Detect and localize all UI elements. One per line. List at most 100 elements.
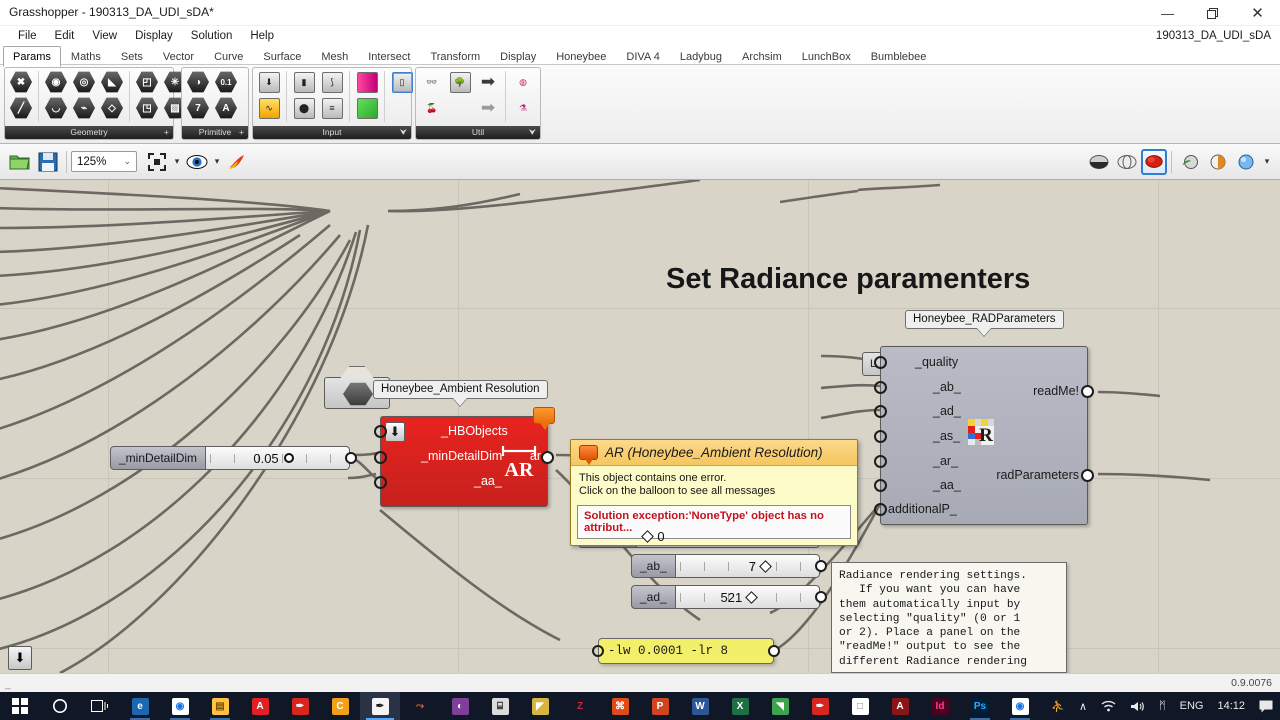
slider-output-pin[interactable] (815, 591, 827, 603)
tab-diva4[interactable]: DIVA 4 (616, 46, 669, 67)
param-number-button[interactable]: 0.1 (212, 69, 240, 95)
wifi-icon[interactable] (1094, 700, 1123, 712)
taskbar-app-edge[interactable]: e (120, 692, 160, 720)
shade-preview-button[interactable] (1204, 148, 1232, 176)
search-button[interactable] (40, 692, 80, 720)
tray-chevron-icon[interactable]: ∧ (1072, 700, 1094, 713)
param-brep-button[interactable]: ◰ (133, 69, 161, 95)
taskbar-app-zotero[interactable]: Z (560, 692, 600, 720)
taskbar-app-document[interactable]: □ (840, 692, 880, 720)
language-indicator[interactable]: ENG (1173, 700, 1211, 712)
taskbar-app-excel[interactable]: X (720, 692, 760, 720)
render-preview-button[interactable] (1141, 148, 1167, 175)
input-expand-icon[interactable]: ⮟ (400, 126, 407, 139)
minimize-button[interactable]: — (1145, 0, 1190, 26)
panel-info-readme[interactable]: Radiance rendering settings. If you want… (831, 562, 1067, 673)
slider-output-pin[interactable] (815, 560, 827, 572)
tab-ladybug[interactable]: Ladybug (670, 46, 732, 67)
param-point-button[interactable]: ✖ (7, 69, 35, 95)
preview-mode-caret[interactable]: ▾ (1260, 148, 1274, 176)
jitter-button[interactable]: 👓 (418, 69, 446, 95)
color-picker-button[interactable] (353, 95, 381, 121)
util-expand-icon[interactable]: ⮟ (529, 126, 536, 139)
param-line-button[interactable]: ⌁ (70, 95, 98, 121)
param-box-button[interactable]: ◳ (133, 95, 161, 121)
slider-ab-track[interactable]: 7 (675, 554, 820, 578)
rad-input-pin-as[interactable] (874, 430, 887, 443)
slider-minDetailDim[interactable]: _minDetailDim 0.05 (110, 446, 357, 470)
panel-button[interactable]: ▮ (290, 69, 318, 95)
taskbar-app-autocad[interactable]: A (240, 692, 280, 720)
taskbar-app-chrome-2[interactable]: ◉ (1000, 692, 1040, 720)
ar-input-pin-hbobjects[interactable] (374, 425, 387, 438)
rad-input-pin-additionalp[interactable] (874, 503, 887, 516)
control-knob-button[interactable]: ▯ (388, 69, 416, 95)
download-badge-icon[interactable]: ⬇ (385, 422, 405, 442)
menu-item-display[interactable]: Display (126, 26, 182, 46)
slider-ad-track[interactable]: 521 (675, 585, 820, 609)
tab-transform[interactable]: Transform (420, 46, 490, 67)
taskbar-app-sketchup[interactable]: ◤ (520, 692, 560, 720)
tab-display[interactable]: Display (490, 46, 546, 67)
tab-mesh[interactable]: Mesh (311, 46, 358, 67)
action-center-icon[interactable] (1252, 700, 1280, 713)
taskbar-app-calculator[interactable]: ⌸ (480, 692, 520, 720)
taskbar-app-powerpoint[interactable]: P (640, 692, 680, 720)
tab-surface[interactable]: Surface (253, 46, 311, 67)
tab-vector[interactable]: Vector (153, 46, 204, 67)
cluster-button[interactable]: ◍ (509, 69, 537, 95)
rad-input-pin-ad[interactable] (874, 405, 887, 418)
rad-input-pin-ab[interactable] (874, 381, 887, 394)
graph-mapper-button[interactable]: ∿ (255, 95, 283, 121)
data-input-button[interactable]: ➡ (474, 95, 502, 121)
tab-maths[interactable]: Maths (61, 46, 111, 67)
taskbar-app-ccleaner[interactable]: C (320, 692, 360, 720)
sphere-preview-button[interactable] (1232, 148, 1260, 176)
grasshopper-canvas[interactable]: Set Radiance paramenters L L o _minDetai… (0, 180, 1280, 673)
tab-lunchbox[interactable]: LunchBox (792, 46, 861, 67)
preview-dropdown-caret[interactable]: ▾ (211, 148, 223, 176)
rad-output-pin-readme[interactable] (1081, 385, 1094, 398)
data-output-button[interactable]: ➡ (474, 69, 502, 95)
slider-handle-diamond[interactable] (745, 590, 759, 604)
rad-component[interactable]: VER 0.0.64 NOV_20_2018 _quality _ab_ _ad… (874, 346, 1104, 553)
taskbar-app-word[interactable]: W (680, 692, 720, 720)
geometry-expand-icon[interactable]: + (164, 126, 169, 139)
tab-archsim[interactable]: Archsim (732, 46, 792, 67)
slider-output-pin[interactable] (345, 452, 357, 464)
button-toggle-button[interactable]: ⬤ (290, 95, 318, 121)
color-swatch-button[interactable] (353, 69, 381, 95)
rad-output-pin-radparameters[interactable] (1081, 469, 1094, 482)
taskbar-app-revit[interactable]: ⌘ (600, 692, 640, 720)
param-plane-button[interactable]: ◇ (98, 95, 126, 121)
task-view-button[interactable] (80, 692, 120, 720)
param-text-button[interactable]: A (212, 95, 240, 121)
ar-component[interactable]: VER 0.0.64 NOV_20_2018 ⬇ _HBObjects _min… (374, 407, 564, 535)
error-balloon-icon[interactable] (533, 407, 555, 430)
zoom-dropdown-caret[interactable]: ▾ (171, 148, 183, 176)
tab-params[interactable]: Params (3, 46, 61, 67)
people-icon[interactable]: ⛹ (1044, 700, 1072, 713)
canvas-download-widget[interactable]: ⬇ (8, 646, 32, 670)
flask-button[interactable]: ⚗ (509, 95, 537, 121)
tab-bumblebee[interactable]: Bumblebee (861, 46, 937, 67)
rad-input-pin-ar[interactable] (874, 455, 887, 468)
menu-item-help[interactable]: Help (241, 26, 283, 46)
param-integer-button[interactable]: 7 (184, 95, 212, 121)
cherry-picker-button[interactable]: 🍒 (418, 95, 446, 121)
start-button[interactable] (0, 692, 40, 720)
taskbar-app-rhino-grasshopper[interactable]: ✒ (360, 692, 400, 720)
ar-output-pin-ar[interactable] (541, 451, 554, 464)
shaded-preview-button[interactable] (1085, 148, 1113, 176)
taskbar-app-file-explorer[interactable]: ▤ (200, 692, 240, 720)
taskbar-app-matlab[interactable]: ⤳ (400, 692, 440, 720)
taskbar-app-acrobat[interactable]: A (880, 692, 920, 720)
panel-input-pin[interactable] (592, 645, 604, 657)
taskbar-app-indesign[interactable]: Id (920, 692, 960, 720)
tab-intersect[interactable]: Intersect (358, 46, 420, 67)
rad-input-pin-aa[interactable] (874, 479, 887, 492)
tab-curve[interactable]: Curve (204, 46, 253, 67)
rad-input-pin-quality[interactable] (874, 356, 887, 369)
slider-handle-diamond[interactable] (759, 559, 772, 573)
param-circle-button[interactable]: ◉ (42, 69, 70, 95)
